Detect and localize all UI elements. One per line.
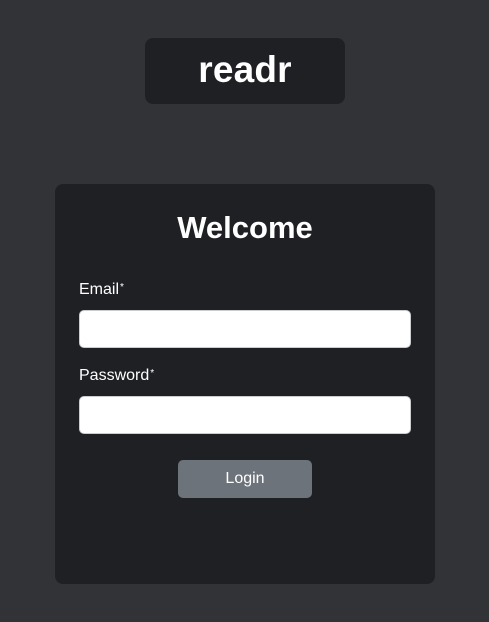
email-label-text: Email [79,281,120,298]
login-title: Welcome [177,210,313,245]
app-logo-box: readr [145,38,345,104]
login-button[interactable]: Login [178,460,312,498]
email-label: Email* [79,280,124,300]
email-required-mark: * [120,282,124,293]
login-card: Welcome Email* Password* Login [55,184,435,584]
email-input[interactable] [79,310,411,348]
app-logo: readr [198,48,292,90]
password-label: Password* [79,366,154,386]
password-label-text: Password [79,367,150,384]
password-input[interactable] [79,396,411,434]
password-required-mark: * [150,368,155,379]
